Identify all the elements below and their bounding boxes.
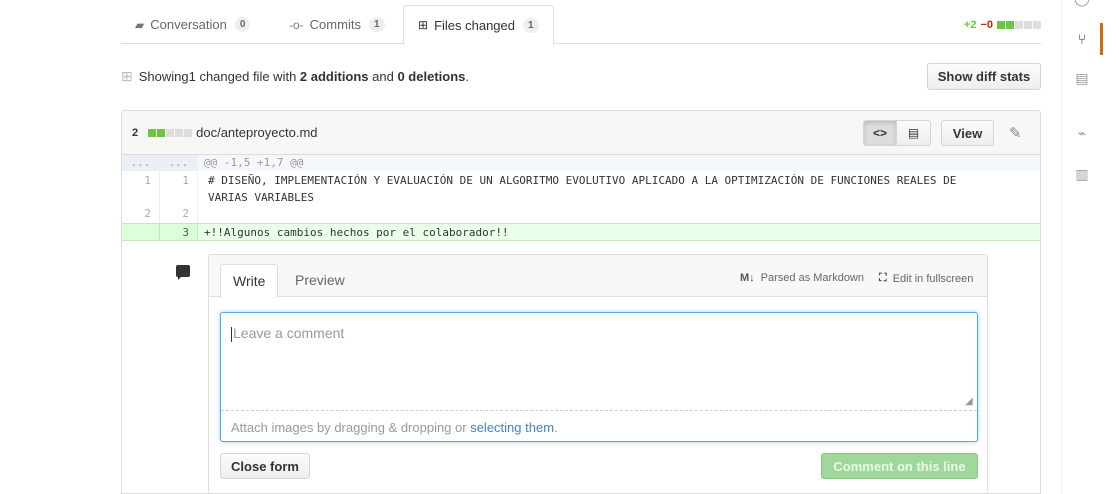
file-path[interactable]: doc/anteproyecto.md xyxy=(196,125,317,140)
file-diffstat-blocks xyxy=(148,128,193,137)
markdown-help[interactable]: M↓ Parsed as Markdown xyxy=(740,272,864,284)
line-number-old[interactable]: 2 xyxy=(122,205,160,223)
tab-preview[interactable]: Preview xyxy=(283,264,357,298)
diff-code: # DISEÑO, IMPLEMENTACIÓN Y EVALUACIÓN DE… xyxy=(208,174,957,204)
fullscreen-toggle[interactable]: ⛶ Edit in fullscreen xyxy=(879,272,973,285)
comment-textarea[interactable]: Leave a comment ◢ Attach images by dragg… xyxy=(220,312,978,442)
comment-placeholder: Leave a comment xyxy=(233,325,345,341)
diffstat-block-added xyxy=(1006,21,1014,29)
code-icon: <> xyxy=(872,126,887,140)
markdown-label: Parsed as Markdown xyxy=(760,272,864,284)
pull-request-icon[interactable]: ⑂ xyxy=(1070,27,1094,51)
diffstat-additions: +2 xyxy=(963,19,977,31)
diffstat-blocks xyxy=(997,21,1041,29)
diff-line: 2 2 xyxy=(122,205,1040,223)
tab-write[interactable]: Write xyxy=(220,264,279,298)
source-diff-button[interactable]: <> xyxy=(863,120,897,146)
close-form-button[interactable]: Close form xyxy=(220,453,310,479)
tab-conversation[interactable]: ▰ Conversation 0 xyxy=(121,5,264,44)
inline-comment-form: Write Preview M↓ Parsed as Markdown ⛶ Ed… xyxy=(208,254,988,494)
tab-commits[interactable]: -o- Commits 1 xyxy=(275,5,399,44)
diff-line-added: 3 +!!Algunos cambios hechos por el colab… xyxy=(122,223,1040,241)
summary-additions: 2 additions xyxy=(299,69,369,84)
file-diff-icon: ⊞ xyxy=(121,68,133,84)
line-number-new[interactable]: 3 xyxy=(160,224,198,240)
wiki-icon[interactable]: ▤ xyxy=(1070,66,1094,90)
diffstat-block-neutral xyxy=(184,128,193,137)
diffstat-block-neutral xyxy=(1024,21,1032,29)
fullscreen-icon: ⛶ xyxy=(879,272,887,284)
text-caret xyxy=(231,326,232,342)
pulse-icon[interactable]: ⌁ xyxy=(1070,121,1094,145)
diffstat-deletions: −0 xyxy=(980,19,993,31)
summary-file-count: 1 xyxy=(188,69,196,84)
tab-counter: 1 xyxy=(523,17,539,33)
show-diff-stats-button[interactable]: Show diff stats xyxy=(927,63,1041,90)
comment-discussion-icon: ▰ xyxy=(135,17,145,32)
tab-counter: 1 xyxy=(368,17,385,32)
diffstat-block-added xyxy=(997,21,1005,29)
markdown-icon: M↓ xyxy=(740,272,755,284)
select-files-link[interactable]: selecting them xyxy=(470,420,554,435)
repo-nav-rail: ◯ ⑂ ▤ ⌁ ▥ xyxy=(1061,0,1103,494)
attach-text: Attach images by dragging & dropping or xyxy=(231,420,471,435)
hunk-row: ... ... @@ -1,5 +1,7 @@ xyxy=(122,155,1040,171)
diff-table: ... ... @@ -1,5 +1,7 @@ 1 1 # DISEÑO, IM… xyxy=(122,155,1040,241)
diff-summary: ⊞ Showing 1 changed file with 2 addition… xyxy=(121,68,469,85)
rich-diff-button[interactable]: ▤ xyxy=(897,120,931,146)
diff-code xyxy=(198,205,1040,223)
summary-text: Showing xyxy=(138,69,189,84)
line-number-old xyxy=(122,224,160,240)
diff-line: 1 1 # DISEÑO, IMPLEMENTACIÓN Y EVALUACIÓ… xyxy=(122,171,1040,205)
comment-tabs: Write Preview M↓ Parsed as Markdown ⛶ Ed… xyxy=(209,255,987,298)
resize-handle-icon[interactable]: ◢ xyxy=(965,397,975,407)
graph-icon[interactable]: ▥ xyxy=(1070,162,1094,186)
summary-text: and xyxy=(368,69,398,84)
tab-label: Files changed xyxy=(434,17,516,33)
file-header: 2 doc/anteproyecto.md <> ▤ View ✎ xyxy=(122,111,1040,155)
diff-code: +!!Algunos cambios hechos por el colabor… xyxy=(204,226,509,239)
diffstat-block-neutral xyxy=(1015,21,1023,29)
line-number-old[interactable]: ... xyxy=(122,155,160,171)
line-number-old[interactable]: 1 xyxy=(122,172,160,205)
summary-text: . xyxy=(465,69,470,84)
hunk-header: @@ -1,5 +1,7 @@ xyxy=(204,156,304,169)
commit-icon: -o- xyxy=(289,17,304,32)
pr-tabs: ▰ Conversation 0 -o- Commits 1 ⊞ Files c… xyxy=(121,5,1041,45)
file-text-icon: ▤ xyxy=(907,126,920,140)
tab-label: Commits xyxy=(309,17,361,32)
pencil-icon[interactable]: ✎ xyxy=(1009,124,1022,142)
diffstat-block-neutral xyxy=(166,128,175,137)
line-number-new[interactable]: ... xyxy=(160,155,198,171)
line-number-new[interactable]: 2 xyxy=(160,205,198,223)
diffstat-block-added xyxy=(148,128,157,137)
tab-counter: 0 xyxy=(234,17,251,32)
file-diff-icon: ⊞ xyxy=(418,18,429,32)
summary-text: changed file with xyxy=(195,69,300,84)
comment-on-line-button[interactable]: Comment on this line xyxy=(821,453,978,479)
comment-icon xyxy=(176,265,190,280)
tab-files-changed[interactable]: ⊞ Files changed 1 xyxy=(403,5,554,45)
diffstat-block-neutral xyxy=(175,128,184,137)
diffstat: +2 −0 xyxy=(964,19,1041,31)
view-file-button[interactable]: View xyxy=(941,120,994,146)
file-info: 2 doc/anteproyecto.md xyxy=(132,125,318,140)
code-icon[interactable]: ◯ xyxy=(1070,0,1094,10)
active-indicator xyxy=(1100,23,1103,55)
attach-text: . xyxy=(554,420,558,435)
line-number-new[interactable]: 1 xyxy=(160,172,198,205)
attach-images-hint: Attach images by dragging & dropping or … xyxy=(231,420,558,435)
diffstat-block-neutral xyxy=(1033,21,1041,29)
file-change-count: 2 xyxy=(132,126,139,139)
tab-label: Conversation xyxy=(150,17,227,32)
diff-view-toggle: <> ▤ xyxy=(863,120,931,146)
summary-deletions: 0 deletions xyxy=(397,69,466,84)
fullscreen-label: Edit in fullscreen xyxy=(892,272,974,285)
diffstat-block-added xyxy=(157,128,166,137)
comment-input[interactable]: Leave a comment xyxy=(221,313,977,411)
